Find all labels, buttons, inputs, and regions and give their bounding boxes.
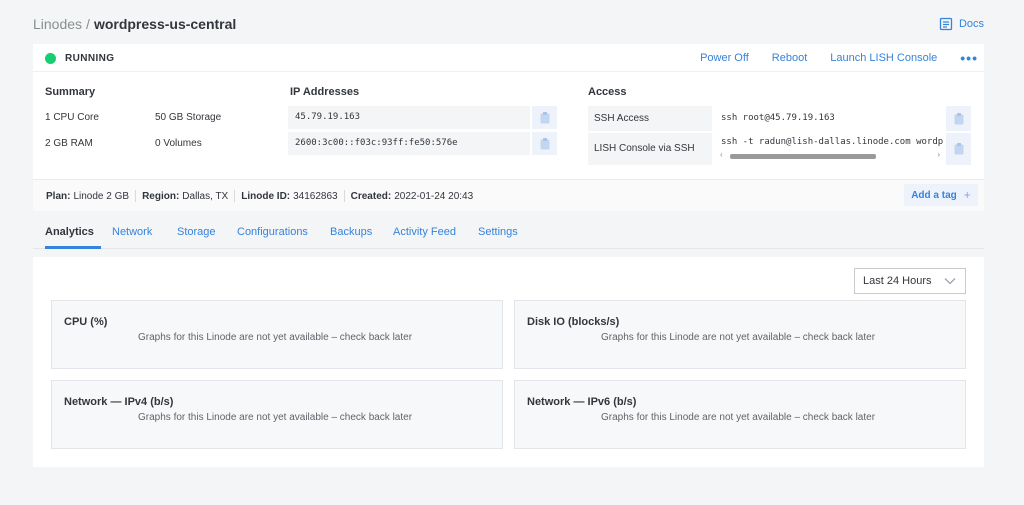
access-title: Access (588, 86, 627, 98)
copy-ipv4-button[interactable] (532, 106, 557, 129)
breadcrumb: Linodes / wordpress-us-central (33, 16, 236, 32)
scrollbar-thumb[interactable] (730, 154, 876, 159)
lish-console-field: ssh -t radun@lish-dallas.linode.com word… (714, 133, 944, 165)
scroll-right-icon[interactable]: › (937, 150, 940, 159)
linode-details: Summary 1 CPU Core 50 GB Storage 2 GB RA… (33, 72, 984, 179)
reboot-button[interactable]: Reboot (772, 52, 807, 64)
copy-ssh-access-button[interactable] (946, 106, 971, 131)
ssh-access-label: SSH Access (588, 106, 712, 131)
more-actions-icon[interactable]: ••• (960, 50, 978, 66)
ssh-access-value: ssh root@45.79.19.163 (714, 106, 944, 131)
created-value: 2022-01-24 20:43 (394, 190, 474, 202)
lish-console-value: ssh -t radun@lish-dallas.linode.com word… (721, 137, 944, 147)
linode-label[interactable]: wordpress-us-central (94, 16, 236, 32)
plan-label: Plan: (46, 190, 71, 202)
ram-summary: 2 GB RAM (45, 138, 93, 149)
launch-lish-console-button[interactable]: Launch LISH Console (830, 52, 937, 64)
copy-lish-console-button[interactable] (946, 133, 971, 165)
graph-placeholder-message: Graphs for this Linode are not yet avail… (601, 412, 876, 423)
ip-addresses-title: IP Addresses (290, 86, 360, 98)
clipboard-icon (954, 143, 963, 155)
divider (135, 190, 137, 202)
docs-link[interactable]: Docs (939, 17, 984, 31)
plan-value: Linode 2 GB (73, 190, 130, 202)
tab-storage[interactable]: Storage (177, 226, 216, 238)
power-off-button[interactable]: Power Off (700, 52, 749, 64)
linode-info-bar: Plan: Linode 2 GB Region: Dallas, TX Lin… (33, 179, 984, 211)
storage-summary: 50 GB Storage (155, 112, 222, 123)
tab-bar: Analytics Network Storage Configurations… (33, 212, 984, 249)
network-ipv4-graph-card: Network — IPv4 (b/s) Graphs for this Lin… (51, 380, 503, 449)
divider (234, 190, 236, 202)
analytics-panel: Last 24 Hours CPU (%) Graphs for this Li… (33, 257, 984, 467)
time-range-value: Last 24 Hours (863, 275, 932, 287)
graph-placeholder-message: Graphs for this Linode are not yet avail… (601, 332, 876, 343)
tab-activity-feed[interactable]: Activity Feed (393, 226, 456, 238)
tab-network[interactable]: Network (112, 226, 152, 238)
clipboard-icon (540, 137, 549, 149)
tab-backups[interactable]: Backups (330, 226, 372, 238)
horizontal-scrollbar[interactable]: ‹ › (720, 150, 940, 159)
plus-icon: + (963, 188, 971, 202)
chevron-down-icon (944, 278, 956, 285)
docs-icon (939, 17, 953, 31)
volumes-summary: 0 Volumes (155, 138, 202, 149)
linode-id-label: Linode ID: (241, 190, 291, 202)
graph-title: Network — IPv6 (b/s) (527, 396, 637, 408)
breadcrumb-linodes-link[interactable]: Linodes (33, 16, 82, 32)
add-tag-button[interactable]: Add a tag + (904, 184, 978, 206)
graph-placeholder-message: Graphs for this Linode are not yet avail… (138, 332, 413, 343)
summary-title: Summary (45, 86, 96, 98)
breadcrumb-separator: / (86, 16, 90, 32)
clipboard-icon (954, 112, 963, 124)
ipv4-address: 45.79.19.163 (295, 112, 361, 122)
region-label: Region: (142, 190, 180, 202)
graph-title: Disk IO (blocks/s) (527, 316, 620, 328)
active-tab-indicator (45, 246, 101, 249)
graph-title: Network — IPv4 (b/s) (64, 396, 174, 408)
tab-analytics[interactable]: Analytics (45, 226, 94, 238)
cpu-summary: 1 CPU Core (45, 112, 99, 123)
status-indicator (45, 53, 56, 64)
copy-ipv6-button[interactable] (532, 132, 557, 155)
cpu-graph-card: CPU (%) Graphs for this Linode are not y… (51, 300, 503, 369)
docs-label: Docs (958, 18, 984, 30)
divider (343, 190, 345, 202)
lish-console-label: LISH Console via SSH (588, 133, 712, 165)
status-text: RUNNING (65, 53, 115, 64)
linode-id-value: 34162863 (293, 190, 338, 202)
graph-placeholder-message: Graphs for this Linode are not yet avail… (138, 412, 413, 423)
tab-configurations[interactable]: Configurations (237, 226, 308, 238)
linode-actions: Power Off Reboot Launch LISH Console ••• (700, 44, 978, 72)
ipv6-row: 2600:3c00::f03c:93ff:fe50:576e (288, 132, 530, 155)
graph-title: CPU (%) (64, 316, 108, 328)
tab-settings[interactable]: Settings (478, 226, 518, 238)
ipv6-address: 2600:3c00::f03c:93ff:fe50:576e (295, 138, 458, 148)
scroll-left-icon[interactable]: ‹ (720, 150, 723, 159)
disk-io-graph-card: Disk IO (blocks/s) Graphs for this Linod… (514, 300, 966, 369)
clipboard-icon (540, 111, 549, 123)
network-ipv6-graph-card: Network — IPv6 (b/s) Graphs for this Lin… (514, 380, 966, 449)
ipv4-row: 45.79.19.163 (288, 106, 530, 129)
status-bar: RUNNING Power Off Reboot Launch LISH Con… (33, 44, 984, 72)
linode-meta: Plan: Linode 2 GB Region: Dallas, TX Lin… (46, 190, 473, 202)
add-tag-label: Add a tag (911, 189, 957, 201)
region-value: Dallas, TX (182, 190, 229, 202)
time-range-select[interactable]: Last 24 Hours (854, 268, 966, 294)
created-label: Created: (350, 190, 392, 202)
